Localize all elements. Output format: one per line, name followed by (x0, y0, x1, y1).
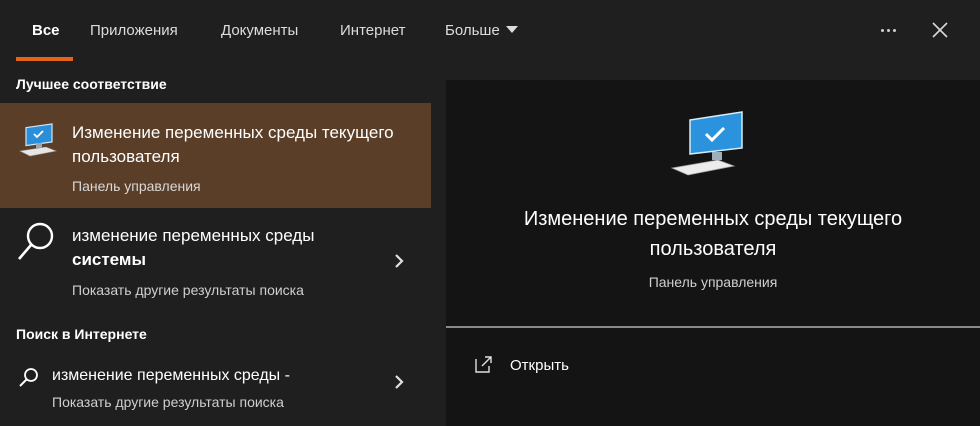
web-result-title: изменение переменных среды - (52, 367, 290, 384)
active-tab-indicator (16, 57, 73, 61)
tab-more[interactable]: Больше (445, 20, 518, 42)
tab-more-label: Больше (445, 22, 500, 39)
computer-check-icon (19, 123, 58, 157)
open-action[interactable]: Открыть (474, 354, 674, 378)
system-result-title-bold: системы (72, 250, 147, 269)
tab-documents[interactable]: Документы (221, 20, 298, 42)
preview-title: Изменение переменных среды текущего поль… (523, 208, 903, 260)
search-window: Все Приложения Документы Интернет Больше… (0, 0, 980, 426)
web-search-result[interactable]: изменение переменных среды - Показать др… (0, 355, 431, 426)
system-result-title: изменение переменных среды системы (72, 224, 372, 272)
preview-divider (446, 326, 980, 328)
chevron-right-icon[interactable] (393, 252, 405, 270)
results-pane: Лучшее соответствие Изменение переменных… (0, 62, 431, 426)
preview-subtitle: Панель управления (648, 274, 778, 290)
search-icon (19, 368, 38, 387)
system-result-title-prefix: изменение переменных среды (72, 226, 315, 245)
close-icon[interactable] (928, 18, 952, 42)
caret-down-icon (505, 26, 518, 33)
tab-apps[interactable]: Приложения (90, 20, 178, 42)
system-result-subtitle: Показать другие результаты поиска (72, 282, 304, 298)
chevron-right-icon[interactable] (393, 373, 405, 391)
best-match-subtitle: Панель управления (72, 178, 201, 194)
best-match-header: Лучшее соответствие (16, 76, 167, 92)
web-search-header: Поиск в Интернете (16, 326, 147, 342)
filter-tabs-bar: Все Приложения Документы Интернет Больше (0, 0, 980, 62)
system-env-result[interactable]: изменение переменных среды системы Показ… (0, 212, 431, 307)
tab-web[interactable]: Интернет (340, 20, 405, 42)
open-icon (475, 356, 492, 373)
open-action-label: Открыть (510, 357, 569, 374)
best-match-item[interactable]: Изменение переменных среды текущего поль… (0, 103, 431, 208)
preview-pane: Изменение переменных среды текущего поль… (446, 80, 980, 426)
more-options-icon[interactable] (876, 18, 900, 42)
best-match-title: Изменение переменных среды текущего поль… (72, 123, 394, 166)
computer-check-icon (670, 111, 743, 176)
tab-all[interactable]: Все (32, 20, 60, 42)
search-icon (18, 222, 54, 260)
web-result-subtitle: Показать другие результаты поиска (52, 394, 284, 410)
preview-header: Изменение переменных среды текущего поль… (446, 80, 980, 326)
